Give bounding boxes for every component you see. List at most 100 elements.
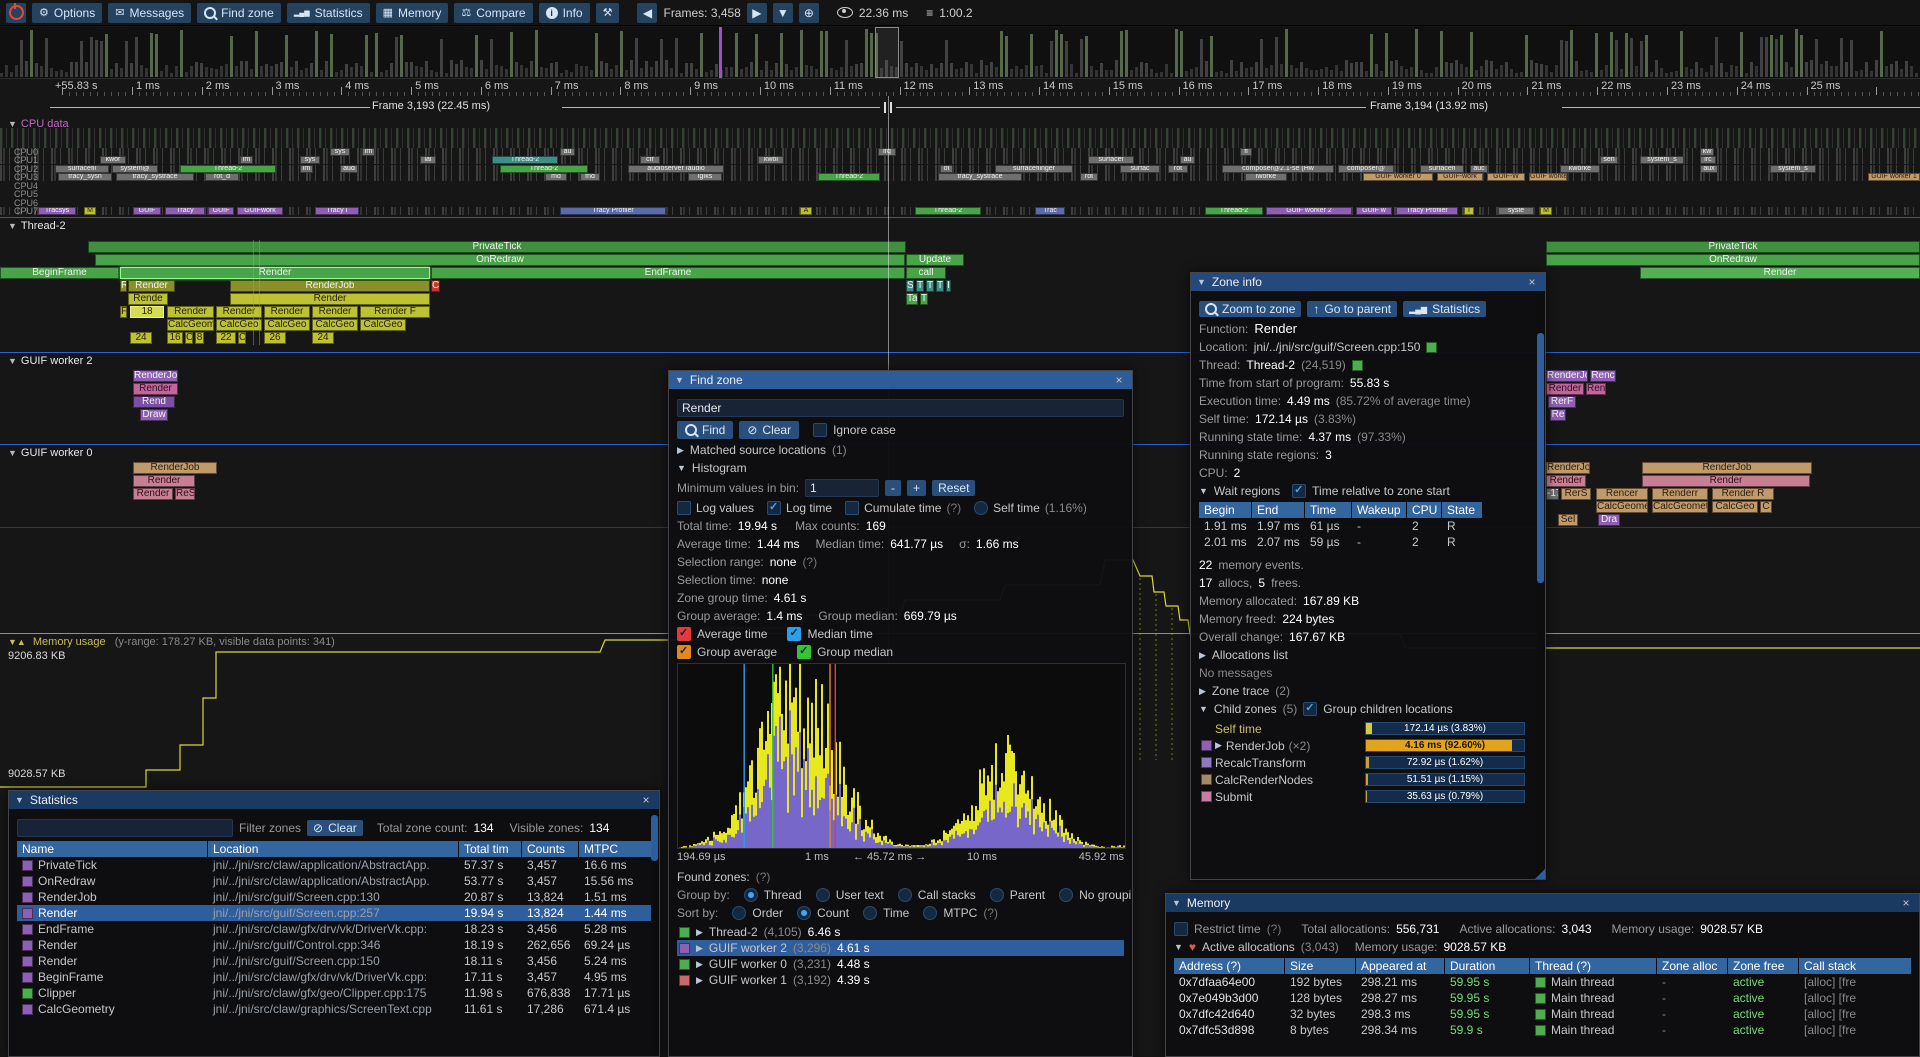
thread-header-thread-2[interactable]: ▼Thread-2	[8, 220, 66, 232]
timeline-zone[interactable]: Rende	[128, 293, 168, 305]
timeline-zone[interactable]: T	[916, 280, 924, 292]
timeline-zone[interactable]: PrivateTick	[88, 241, 906, 253]
timeline-zone[interactable]: 24	[130, 332, 152, 344]
timeline-zone[interactable]: CalcGeo	[360, 319, 406, 331]
zone-group-row[interactable]: ▶Thread-2(4,105)6.46 s	[677, 924, 1124, 940]
memory-column-header[interactable]: Address (?)	[1174, 958, 1284, 974]
cpu-zone[interactable]: I	[1464, 207, 1474, 215]
sort-by-radio-order[interactable]	[732, 906, 746, 920]
timeline-zone[interactable]: 22	[216, 332, 236, 344]
source-color-swatch[interactable]	[1426, 342, 1437, 353]
min-bin-input[interactable]	[805, 479, 879, 497]
cpu-zone[interactable]: lai	[420, 156, 436, 164]
cpu-zone[interactable]: M	[1540, 207, 1552, 215]
time-ruler[interactable]: +55.83 s 1 ms2 ms3 ms4 ms5 ms6 ms7 ms8 m…	[0, 79, 1920, 99]
cpu-zone[interactable]: kwoi	[758, 156, 784, 164]
allocation-row[interactable]: 0x7dfc42d64032 bytes298.3 ms59.95 sMain …	[1174, 1006, 1911, 1022]
cpu-zone[interactable]: ot	[940, 165, 953, 173]
timeline-zone[interactable]: Render	[230, 293, 430, 305]
timeline-zone[interactable]: Render	[133, 488, 173, 500]
sort-by-radio-count[interactable]	[797, 906, 811, 920]
timeline-zone[interactable]: C	[238, 332, 246, 344]
toolbar-button-options[interactable]: ⚙Options	[32, 3, 102, 23]
timeline-zone[interactable]: Render	[128, 280, 175, 292]
zone-info-titlebar[interactable]: ▼ Zone info ×	[1191, 273, 1545, 291]
timeline-zone[interactable]: Rend	[133, 396, 175, 408]
stats-row[interactable]: Renderjni/../jni/src/guif/Screen.cpp:150…	[17, 953, 651, 969]
group-by-radio-user-text[interactable]	[816, 888, 830, 902]
bin-plus-button[interactable]: +	[907, 480, 926, 496]
cpu-zone[interactable]: im	[240, 156, 253, 164]
group-by-radio-thread[interactable]	[744, 888, 758, 902]
cpu-zone[interactable]: fnd	[580, 173, 600, 181]
timeline-zone[interactable]: Render	[1546, 475, 1586, 487]
timeline-zone[interactable]: Render R	[1712, 488, 1774, 500]
stats-row[interactable]: PrivateTickjni/../jni/src/claw/applicati…	[17, 857, 651, 873]
wait-column-header[interactable]: End	[1252, 502, 1304, 518]
timeline-zone[interactable]: Ta	[906, 293, 918, 305]
timeline-zone[interactable]: Render F	[360, 306, 430, 318]
stats-column-header[interactable]: Total tim	[459, 841, 521, 857]
memory-column-header[interactable]: Thread (?)	[1530, 958, 1656, 974]
cpu-zone[interactable]: Thread-2	[492, 156, 558, 164]
self-time-radio[interactable]	[974, 501, 988, 515]
stats-row[interactable]: Renderjni/../jni/src/guif/Control.cpp:34…	[17, 937, 651, 953]
zone-group-row[interactable]: ▶GUIF worker 0(3,231)4.48 s	[677, 956, 1124, 972]
cpu-zone[interactable]: rot_d	[205, 173, 239, 181]
cpu-zone[interactable]: Thread-2	[818, 173, 880, 181]
toolbar-button-messages[interactable]: ✉Messages	[108, 3, 191, 23]
cpu-zone[interactable]: rot	[1168, 165, 1188, 173]
wait-column-header[interactable]: State	[1442, 502, 1482, 518]
cpu-zone[interactable]: Thread-2	[180, 165, 276, 173]
cpu-zone[interactable]: Thread-2	[1205, 207, 1263, 215]
timeline-zone[interactable]: CalcGeome	[1596, 501, 1648, 513]
timeline-zone[interactable]: Render	[133, 383, 178, 395]
search-input[interactable]	[677, 399, 1124, 417]
timeline-zone[interactable]: C	[431, 280, 440, 292]
zone-group-row[interactable]: ▶GUIF worker 2(3,296)4.61 s	[677, 940, 1124, 956]
stats-row[interactable]: CalcGeometryjni/../jni/src/claw/graphics…	[17, 1001, 651, 1017]
stats-row[interactable]: Clipperjni/../jni/src/claw/gfx/geo/Clipp…	[17, 985, 651, 1001]
timeline-zone[interactable]: Dra	[1598, 514, 1620, 526]
cpu-zone[interactable]: im	[362, 148, 375, 156]
tree-arrow-icon[interactable]: ▶	[1215, 740, 1222, 751]
cpu-zone[interactable]: md	[545, 173, 567, 181]
cpu-zone[interactable]: system_s	[1640, 156, 1684, 164]
timeline-zone[interactable]: 16	[167, 332, 183, 344]
zoom-to-zone-button[interactable]: Zoom to zone	[1199, 301, 1301, 317]
ignore-case-checkbox[interactable]	[813, 423, 827, 437]
sort-by-radio-time[interactable]	[863, 906, 877, 920]
timeline-zone[interactable]: Render	[1546, 383, 1584, 395]
stats-row[interactable]: OnRedrawjni/../jni/src/claw/application/…	[17, 873, 651, 889]
cpu-zone[interactable]: GUIF w	[1356, 207, 1392, 215]
timeline-zone[interactable]: CalcGeo	[1712, 501, 1758, 513]
allocation-row[interactable]: 0x7e049b3d00128 bytes298.27 ms59.95 sMai…	[1174, 990, 1911, 1006]
timeline-zone[interactable]: C	[185, 332, 193, 344]
timeline-zone[interactable]: RenderJob	[133, 370, 178, 382]
tree-arrow-icon[interactable]: ▼	[677, 463, 686, 473]
timeline-zone[interactable]: call	[906, 267, 946, 279]
location-value[interactable]: jni/../jni/src/guif/Screen.cpp:150	[1254, 340, 1421, 354]
find-button[interactable]: Find	[677, 421, 733, 439]
cpu-zone[interactable]: im	[300, 165, 313, 173]
wait-column-header[interactable]: Time	[1305, 502, 1351, 518]
cpu-zone[interactable]: GUIF worker 0	[1363, 173, 1433, 181]
cpu-zone[interactable]: kwor	[100, 156, 126, 164]
frame-minimap[interactable]	[0, 27, 1920, 79]
memory-titlebar[interactable]: ▼ Memory ×	[1166, 894, 1919, 912]
cpu-zone[interactable]: GUIF-work	[1437, 173, 1483, 181]
timeline-zone[interactable]: Render	[312, 306, 358, 318]
cpu-zone[interactable]: irc	[1700, 156, 1716, 164]
cpu-zone[interactable]: GUIFwork	[237, 207, 283, 215]
timeline-zone[interactable]: Renderr	[1652, 488, 1708, 500]
timeline-zone[interactable]: Update	[906, 254, 964, 266]
legend-checkbox[interactable]	[677, 627, 691, 641]
active-allocations-section[interactable]: Active allocations	[1202, 940, 1295, 954]
close-icon[interactable]: ×	[1112, 373, 1126, 387]
wait-column-header[interactable]: Begin	[1199, 502, 1251, 518]
stats-column-header[interactable]: Counts	[522, 841, 578, 857]
zone-trace-label[interactable]: Zone trace	[1212, 684, 1269, 698]
timeline-zone[interactable]: CalcGeomet	[1652, 501, 1708, 513]
timeline-zone[interactable]: T	[936, 280, 944, 292]
cpu-zone[interactable]: irq	[878, 148, 896, 156]
